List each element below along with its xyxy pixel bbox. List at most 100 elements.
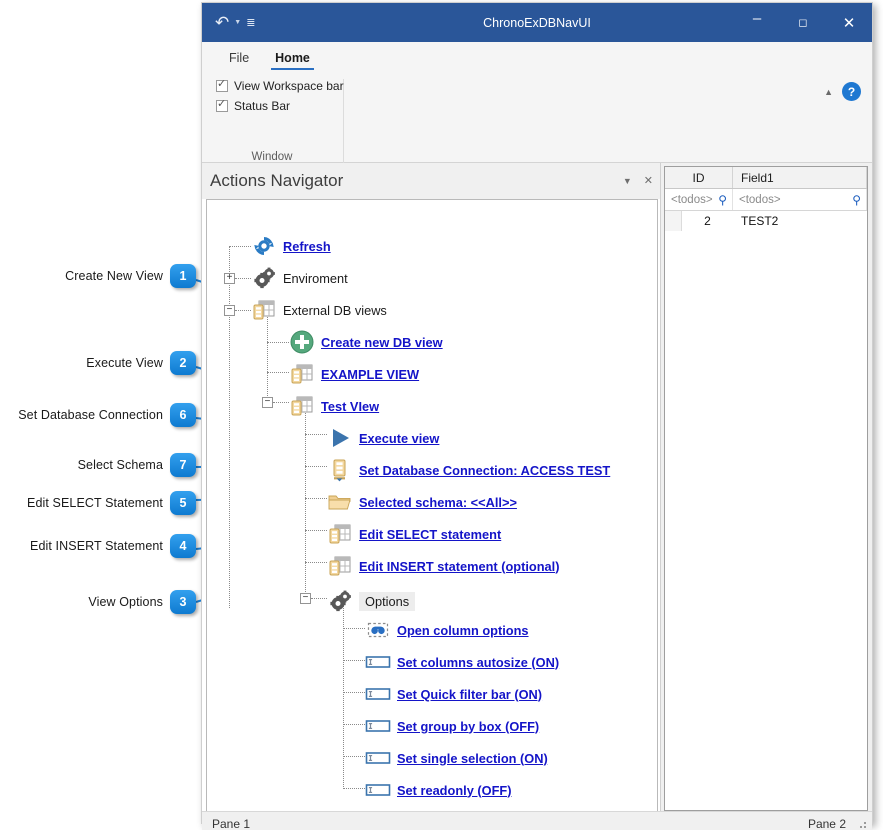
tree-item-label[interactable]: Refresh xyxy=(283,239,331,254)
tree-item-external-db-views[interactable]: External DB views xyxy=(251,295,387,325)
data-grid: ID Field1 <todos> ⚲ <todos> ⚲ xyxy=(664,166,868,811)
database-table-icon xyxy=(289,393,315,419)
content-area: Actions Navigator ▼ ✕ + − xyxy=(202,163,872,811)
magnifier-icon[interactable]: ⚲ xyxy=(718,193,727,207)
tree-item-execute-view[interactable]: Execute view xyxy=(327,423,439,453)
tree-item-set-database-connection[interactable]: Set Database Connection: ACCESS TEST xyxy=(327,455,610,485)
tree-item-options[interactable]: Options xyxy=(327,586,415,616)
annotation-badge: 7 xyxy=(170,453,196,477)
tree-item-set-single-selection[interactable]: Set single selection (ON) xyxy=(365,743,548,773)
annotation-callout-4: Edit INSERT Statement 4 xyxy=(8,533,196,559)
tree-item-edit-select-statement[interactable]: Edit SELECT statement xyxy=(327,519,501,549)
chevron-down-icon[interactable]: ▼ xyxy=(623,177,632,186)
checkbox-label: View Workspace bar xyxy=(234,79,344,93)
tree-item-label[interactable]: Edit INSERT statement (optional) xyxy=(359,559,560,574)
magnifier-icon[interactable]: ⚲ xyxy=(852,193,861,207)
chevron-up-icon[interactable]: ▲ xyxy=(824,87,833,97)
tree-item-label[interactable]: Execute view xyxy=(359,431,439,446)
resize-grip-icon[interactable] xyxy=(855,821,866,830)
annotation-callout-1: Create New View 1 xyxy=(18,263,196,289)
minimize-button[interactable]: – xyxy=(734,3,780,42)
tree-guide xyxy=(343,598,344,789)
window-buttons: – ◻ ✕ xyxy=(734,3,872,42)
tab-home[interactable]: Home xyxy=(262,51,323,70)
ribbon-group-title: Window xyxy=(202,151,342,163)
tree-item-set-readonly[interactable]: Set readonly (OFF) xyxy=(365,775,511,805)
tree-item-label: External DB views xyxy=(283,303,387,318)
tree-item-open-column-options[interactable]: Open column options xyxy=(365,615,529,645)
play-icon xyxy=(327,425,353,451)
tree-expander-external-db-views[interactable]: − xyxy=(224,305,235,316)
tree-item-label[interactable]: Set columns autosize (ON) xyxy=(397,655,559,670)
checkbox-icon[interactable] xyxy=(216,100,228,112)
annotation-label: Edit INSERT Statement xyxy=(30,539,170,553)
actions-navigator-pane: Actions Navigator ▼ ✕ + − xyxy=(202,163,661,811)
grid-quick-filter-row: <todos> ⚲ <todos> ⚲ xyxy=(665,189,867,211)
close-icon[interactable]: ✕ xyxy=(644,176,653,187)
tree-item-label[interactable]: Set readonly (OFF) xyxy=(397,783,511,798)
tree-item-label[interactable]: EXAMPLE VIEW xyxy=(321,367,419,382)
tree-item-label[interactable]: Set Database Connection: ACCESS TEST xyxy=(359,463,610,478)
grid-filter-id[interactable]: <todos> ⚲ xyxy=(665,189,733,210)
annotation-callout-5: Edit SELECT Statement 5 xyxy=(8,490,196,516)
close-button[interactable]: ✕ xyxy=(826,3,872,42)
table-row[interactable]: 2 TEST2 xyxy=(665,211,867,231)
tree-expander-enviroment[interactable]: + xyxy=(224,273,235,284)
tree-item-edit-insert-statement[interactable]: Edit INSERT statement (optional) xyxy=(327,551,560,581)
database-table-icon xyxy=(251,297,277,323)
ribbon-group-window: View Workspace bar Status Bar Window xyxy=(202,79,344,163)
tree-item-label[interactable]: Open column options xyxy=(397,623,529,638)
tree-guide xyxy=(229,246,230,608)
tree-item-create-new-db-view[interactable]: Create new DB view xyxy=(289,327,443,357)
checkbox-view-workspace-bar[interactable]: View Workspace bar xyxy=(216,79,343,93)
tab-file[interactable]: File xyxy=(216,51,262,70)
status-bar: Pane 1 Pane 2 xyxy=(202,811,872,830)
tree-item-example-view[interactable]: EXAMPLE VIEW xyxy=(289,359,419,389)
tree-guide xyxy=(305,402,306,604)
tree-item-set-group-by-box[interactable]: Set group by box (OFF) xyxy=(365,711,539,741)
tree-item-label[interactable]: Set Quick filter bar (ON) xyxy=(397,687,542,702)
row-gutter xyxy=(665,211,682,231)
checkbox-label: Status Bar xyxy=(234,99,290,113)
tree-expander-options[interactable]: − xyxy=(300,593,311,604)
tree-guide xyxy=(343,724,365,725)
tree-item-set-columns-autosize[interactable]: Set columns autosize (ON) xyxy=(365,647,559,677)
grid-header-row: ID Field1 xyxy=(665,167,867,189)
checkbox-status-bar[interactable]: Status Bar xyxy=(216,99,343,113)
refresh-icon xyxy=(251,233,277,259)
tree-item-enviroment[interactable]: Enviroment xyxy=(251,263,348,293)
tree-item-label[interactable]: Set group by box (OFF) xyxy=(397,719,539,734)
page-title: Actions Navigator xyxy=(210,171,343,191)
annotation-label: View Options xyxy=(88,595,170,609)
textbox-icon xyxy=(365,777,391,803)
tree-item-label[interactable]: Edit SELECT statement xyxy=(359,527,501,542)
grid-filter-field1[interactable]: <todos> ⚲ xyxy=(733,189,867,210)
help-button[interactable]: ? xyxy=(842,82,861,101)
grid-column-header-id[interactable]: ID xyxy=(665,167,733,188)
tree-expander-test-view[interactable]: − xyxy=(262,397,273,408)
tree-guide xyxy=(343,756,365,757)
tree-item-test-view[interactable]: Test VIew xyxy=(289,391,379,421)
grid-cell-field1: TEST2 xyxy=(733,211,867,231)
grid-filter-placeholder: <todos> xyxy=(671,194,713,206)
actions-tree: + − − − xyxy=(206,199,658,811)
tree-item-refresh[interactable]: Refresh xyxy=(251,231,331,261)
annotation-badge: 2 xyxy=(170,351,196,375)
panel-header-buttons: ▼ ✕ xyxy=(623,176,653,187)
tree-item-set-quick-filter-bar[interactable]: Set Quick filter bar (ON) xyxy=(365,679,542,709)
checkbox-icon[interactable] xyxy=(216,80,228,92)
status-pane-2: Pane 2 xyxy=(808,817,846,830)
tree-guide xyxy=(273,402,289,403)
tree-item-label[interactable]: Selected schema: <<All>> xyxy=(359,495,517,510)
annotation-badge: 4 xyxy=(170,534,196,558)
tree-item-label[interactable]: Test VIew xyxy=(321,399,379,414)
tree-item-label[interactable]: Set single selection (ON) xyxy=(397,751,548,766)
grid-column-header-field1[interactable]: Field1 xyxy=(733,167,867,188)
annotation-badge: 6 xyxy=(170,403,196,427)
gears-icon xyxy=(251,265,277,291)
maximize-button[interactable]: ◻ xyxy=(780,3,826,42)
tree-guide xyxy=(267,372,289,373)
tree-guide xyxy=(235,310,251,311)
tree-item-label[interactable]: Create new DB view xyxy=(321,335,443,350)
tree-item-selected-schema[interactable]: Selected schema: <<All>> xyxy=(327,487,517,517)
